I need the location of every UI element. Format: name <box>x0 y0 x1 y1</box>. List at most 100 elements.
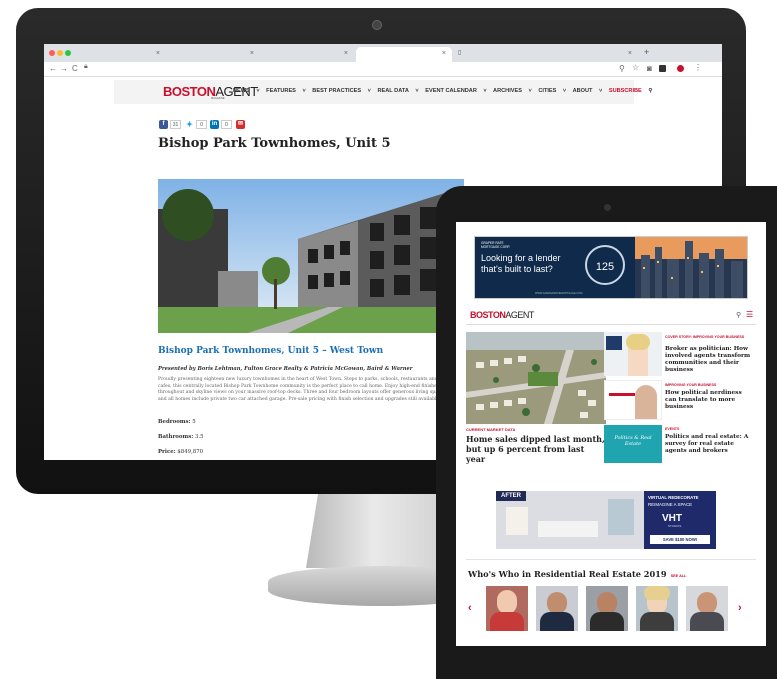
side-story-thumb[interactable]: Politics & Real Estate <box>604 425 662 463</box>
browser-tab[interactable]: × <box>168 47 260 62</box>
hero-image <box>158 179 464 333</box>
email-icon[interactable]: ✉ <box>236 120 245 129</box>
side-story-thumb[interactable] <box>604 332 662 376</box>
main-story-title[interactable]: Home sales dipped last month, but up 6 p… <box>466 434 606 464</box>
close-icon[interactable]: × <box>156 50 160 57</box>
forward-icon[interactable]: → <box>60 64 68 73</box>
browser-tab[interactable]: × <box>74 47 166 62</box>
twitter-icon[interactable]: ✦ <box>185 120 194 129</box>
search-icon[interactable]: ⚲ <box>648 88 652 94</box>
linkedin-icon[interactable]: in <box>210 120 219 129</box>
bottom-ad-banner[interactable]: AFTER VIRTUAL REDECORATE REIMAGINE A SPA… <box>496 491 716 549</box>
close-icon[interactable]: × <box>250 50 254 57</box>
menu-icon[interactable]: ☰ <box>746 310 753 319</box>
side-story-thumb[interactable] <box>604 380 662 420</box>
browser-tab[interactable]: ▯ × <box>454 47 638 62</box>
article-subtitle[interactable]: Bishop Park Townhomes, Unit 5 – West Tow… <box>158 346 383 356</box>
maximize-window-icon[interactable] <box>65 50 71 56</box>
site-header: BOSTONAGENT MAGAZINE NEWS ˅ FEATURES ˅ B… <box>114 80 652 104</box>
ad-headline: Looking for a lender that's built to las… <box>481 253 561 274</box>
menu-icon[interactable]: ⋮ <box>694 63 702 72</box>
share-count: 0 <box>221 120 232 129</box>
close-icon[interactable]: × <box>344 50 348 57</box>
ad-bottom-brand: VHT <box>662 513 682 524</box>
imac-stand <box>306 494 456 568</box>
bedrooms-row: Bedrooms: 5 <box>158 419 196 425</box>
search-icon[interactable]: ⚲ <box>619 64 625 73</box>
city-skyline-image <box>635 237 747 298</box>
ad-after-label: AFTER <box>496 491 526 501</box>
person-card[interactable] <box>686 586 728 631</box>
sofa-shape <box>538 521 598 537</box>
nav-item[interactable]: CITIES ˅ <box>538 88 566 94</box>
camera-icon <box>372 20 382 30</box>
back-icon[interactable]: ← <box>49 64 57 73</box>
minimize-window-icon[interactable] <box>57 50 63 56</box>
ad-bottom-headline: VIRTUAL REDECORATE <box>648 495 699 500</box>
decorative-line <box>609 393 635 396</box>
nav-item[interactable]: REAL DATA ˅ <box>377 88 418 94</box>
star-icon[interactable]: ☆ <box>632 63 639 72</box>
see-all-link[interactable]: SEE ALL <box>671 574 687 578</box>
tablet-camera-icon <box>604 204 611 211</box>
side-story-category[interactable]: EVENTS <box>665 427 679 431</box>
logo-tagline: MAGAZINE <box>211 97 225 100</box>
bathrooms-row: Bathrooms: 3.5 <box>158 434 204 440</box>
tablet-screen: GRAPER RATE MORTGAGE CORP. Looking for a… <box>456 222 766 646</box>
hair <box>626 334 650 350</box>
facebook-icon[interactable]: f <box>159 120 168 129</box>
carousel-next-icon[interactable]: › <box>738 602 742 614</box>
ad-cta-button[interactable]: SAVE $100 NOW! <box>650 535 710 544</box>
site-logo[interactable]: BOSTONAGENT <box>470 310 534 320</box>
carousel-prev-icon[interactable]: ‹ <box>468 602 472 614</box>
camera-icon[interactable]: ◙ <box>647 64 652 73</box>
person-card[interactable] <box>586 586 628 631</box>
subscribe-link[interactable]: SUBSCRIBE <box>609 88 642 94</box>
main-nav: NEWS ˅ FEATURES ˅ BEST PRACTICES ˅ REAL … <box>233 88 657 94</box>
side-story-title[interactable]: Politics and real estate: A survey for r… <box>665 434 755 455</box>
article-body: Proudly presenting eighteen new luxury t… <box>158 377 444 402</box>
browser-tab-active[interactable]: × <box>356 47 452 62</box>
nav-item[interactable]: EVENT CALENDAR ˅ <box>425 88 486 94</box>
side-story-title[interactable]: How political nerdiness can translate to… <box>665 390 755 411</box>
nav-item[interactable]: NEWS ˅ <box>233 88 260 94</box>
side-story-category[interactable]: IMPROVING YOUR BUSINESS <box>665 383 716 387</box>
townhomes-rendering <box>158 179 464 333</box>
reload-icon[interactable]: C <box>72 64 78 73</box>
person-card[interactable] <box>486 586 528 631</box>
main-story-category[interactable]: CURRENT MARKET DATA <box>466 427 515 432</box>
share-count: 0 <box>196 120 207 129</box>
page-icon: ▯ <box>458 50 462 56</box>
new-tab-button[interactable]: + <box>644 47 649 57</box>
close-window-icon[interactable] <box>49 50 55 56</box>
fireplace-shape <box>506 507 528 535</box>
address-bar: ← → C 🔒︎ ⚲ ☆ ◙ ⋮ <box>44 62 722 77</box>
person-card[interactable] <box>636 586 678 631</box>
side-story-category[interactable]: COVER STORY: IMPROVING YOUR BUSINESS <box>665 335 744 339</box>
nav-item[interactable]: FEATURES ˅ <box>266 88 306 94</box>
nav-item[interactable]: ABOUT ˅ <box>573 88 603 94</box>
ad-right-panel: VIRTUAL REDECORATE REIMAGINE A SPACE VHT… <box>644 491 716 549</box>
close-icon[interactable]: × <box>628 50 632 57</box>
browser-tab[interactable]: × <box>262 47 354 62</box>
nav-item[interactable]: BEST PRACTICES ˅ <box>312 88 371 94</box>
aerial-neighborhood-image[interactable] <box>466 332 606 424</box>
close-icon[interactable]: × <box>442 50 446 57</box>
profile-icon[interactable] <box>677 65 684 72</box>
ad-seal: 125 <box>585 245 625 285</box>
extension-icon[interactable] <box>659 65 666 72</box>
logo-boston: BOSTON <box>163 84 216 99</box>
top-ad-banner[interactable]: GRAPER RATE MORTGAGE CORP. Looking for a… <box>474 236 748 299</box>
browser-tab-bar: × × × × ▯ × + <box>44 44 722 62</box>
person-card[interactable] <box>536 586 578 631</box>
divider <box>466 559 756 560</box>
tablet-header: BOSTONAGENT ⚲ ☰ <box>466 310 756 325</box>
ad-bottom-brand-sub: STUDIOS <box>668 524 682 528</box>
ad-brand: GRAPER RATE MORTGAGE CORP. <box>481 241 511 249</box>
search-icon[interactable]: ⚲ <box>736 311 741 319</box>
side-story-title[interactable]: Broker as politician: How involved agent… <box>665 346 753 374</box>
ad-bottom-sub: REIMAGINE A SPACE <box>648 502 693 507</box>
person-photo <box>635 385 657 419</box>
nav-item[interactable]: ARCHIVES ˅ <box>493 88 532 94</box>
magazine-cover-icon <box>606 336 622 350</box>
